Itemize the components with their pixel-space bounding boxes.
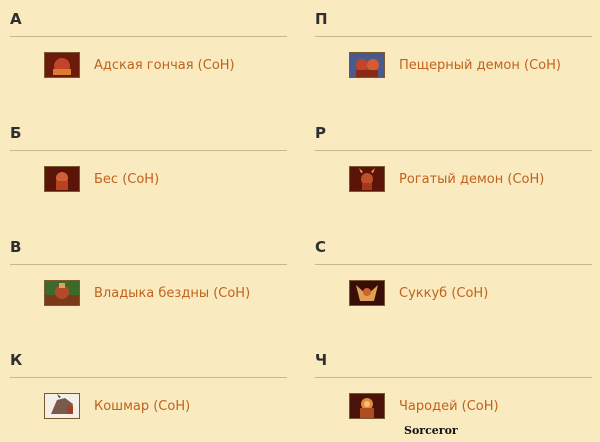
list-item: Рогатый демон (СоН) xyxy=(349,165,592,193)
section-letter: В xyxy=(10,238,22,256)
creature-link-hell-hound[interactable]: Адская гончая (СоН) xyxy=(94,58,235,73)
section-p: П Пещерный демон (СоН) xyxy=(315,10,592,79)
list-item: Пещерный демон (СоН) xyxy=(349,51,592,79)
section-letter: Ч xyxy=(315,351,328,369)
divider xyxy=(315,150,592,151)
list-item: Бес (СоН) xyxy=(44,165,287,193)
divider xyxy=(315,36,592,37)
list-item: Суккуб (СоН) xyxy=(349,279,592,307)
section-a: А Адская гончая (СоН) xyxy=(10,10,287,79)
section-s: С Суккуб (СоН) xyxy=(315,238,592,307)
section-letter: С xyxy=(315,238,327,256)
creature-link-cave-demon[interactable]: Пещерный демон (СоН) xyxy=(399,58,561,73)
section-letter: К xyxy=(10,351,23,369)
list-item: Кошмар (СоН) xyxy=(44,392,287,420)
section-k: К Кошмар (СоН) xyxy=(10,351,287,420)
tooltip: Sorceror xyxy=(404,424,458,437)
section-ch: Ч Чародей (СоН) xyxy=(315,351,592,420)
creature-link-nightmare[interactable]: Кошмар (СоН) xyxy=(94,399,190,414)
pit-lord-icon[interactable] xyxy=(44,280,80,306)
creature-link-imp[interactable]: Бес (СоН) xyxy=(94,172,159,187)
divider xyxy=(315,377,592,378)
nightmare-icon[interactable] xyxy=(44,393,80,419)
divider xyxy=(10,264,287,265)
divider xyxy=(10,377,287,378)
divider xyxy=(10,150,287,151)
divider xyxy=(315,264,592,265)
section-letter: Р xyxy=(315,124,326,142)
section-v: В Владыка бездны (СоН) xyxy=(10,238,287,307)
sorcerer-icon[interactable] xyxy=(349,393,385,419)
creature-link-pit-lord[interactable]: Владыка бездны (СоН) xyxy=(94,286,250,301)
cave-demon-icon[interactable] xyxy=(349,52,385,78)
list-item: Чародей (СоН) xyxy=(349,392,592,420)
succubus-icon[interactable] xyxy=(349,280,385,306)
horned-demon-icon[interactable] xyxy=(349,166,385,192)
section-b: Б Бес (СоН) xyxy=(10,124,287,193)
divider xyxy=(10,36,287,37)
creature-link-succubus[interactable]: Суккуб (СоН) xyxy=(399,286,488,301)
creature-link-sorcerer[interactable]: Чародей (СоН) xyxy=(399,399,499,414)
imp-icon[interactable] xyxy=(44,166,80,192)
section-r: Р Рогатый демон (СоН) xyxy=(315,124,592,193)
list-item: Адская гончая (СоН) xyxy=(44,51,287,79)
section-letter: Б xyxy=(10,124,22,142)
list-item: Владыка бездны (СоН) xyxy=(44,279,287,307)
creature-link-horned-demon[interactable]: Рогатый демон (СоН) xyxy=(399,172,544,187)
section-letter: П xyxy=(315,10,328,28)
section-letter: А xyxy=(10,10,22,28)
hell-hound-icon[interactable] xyxy=(44,52,80,78)
